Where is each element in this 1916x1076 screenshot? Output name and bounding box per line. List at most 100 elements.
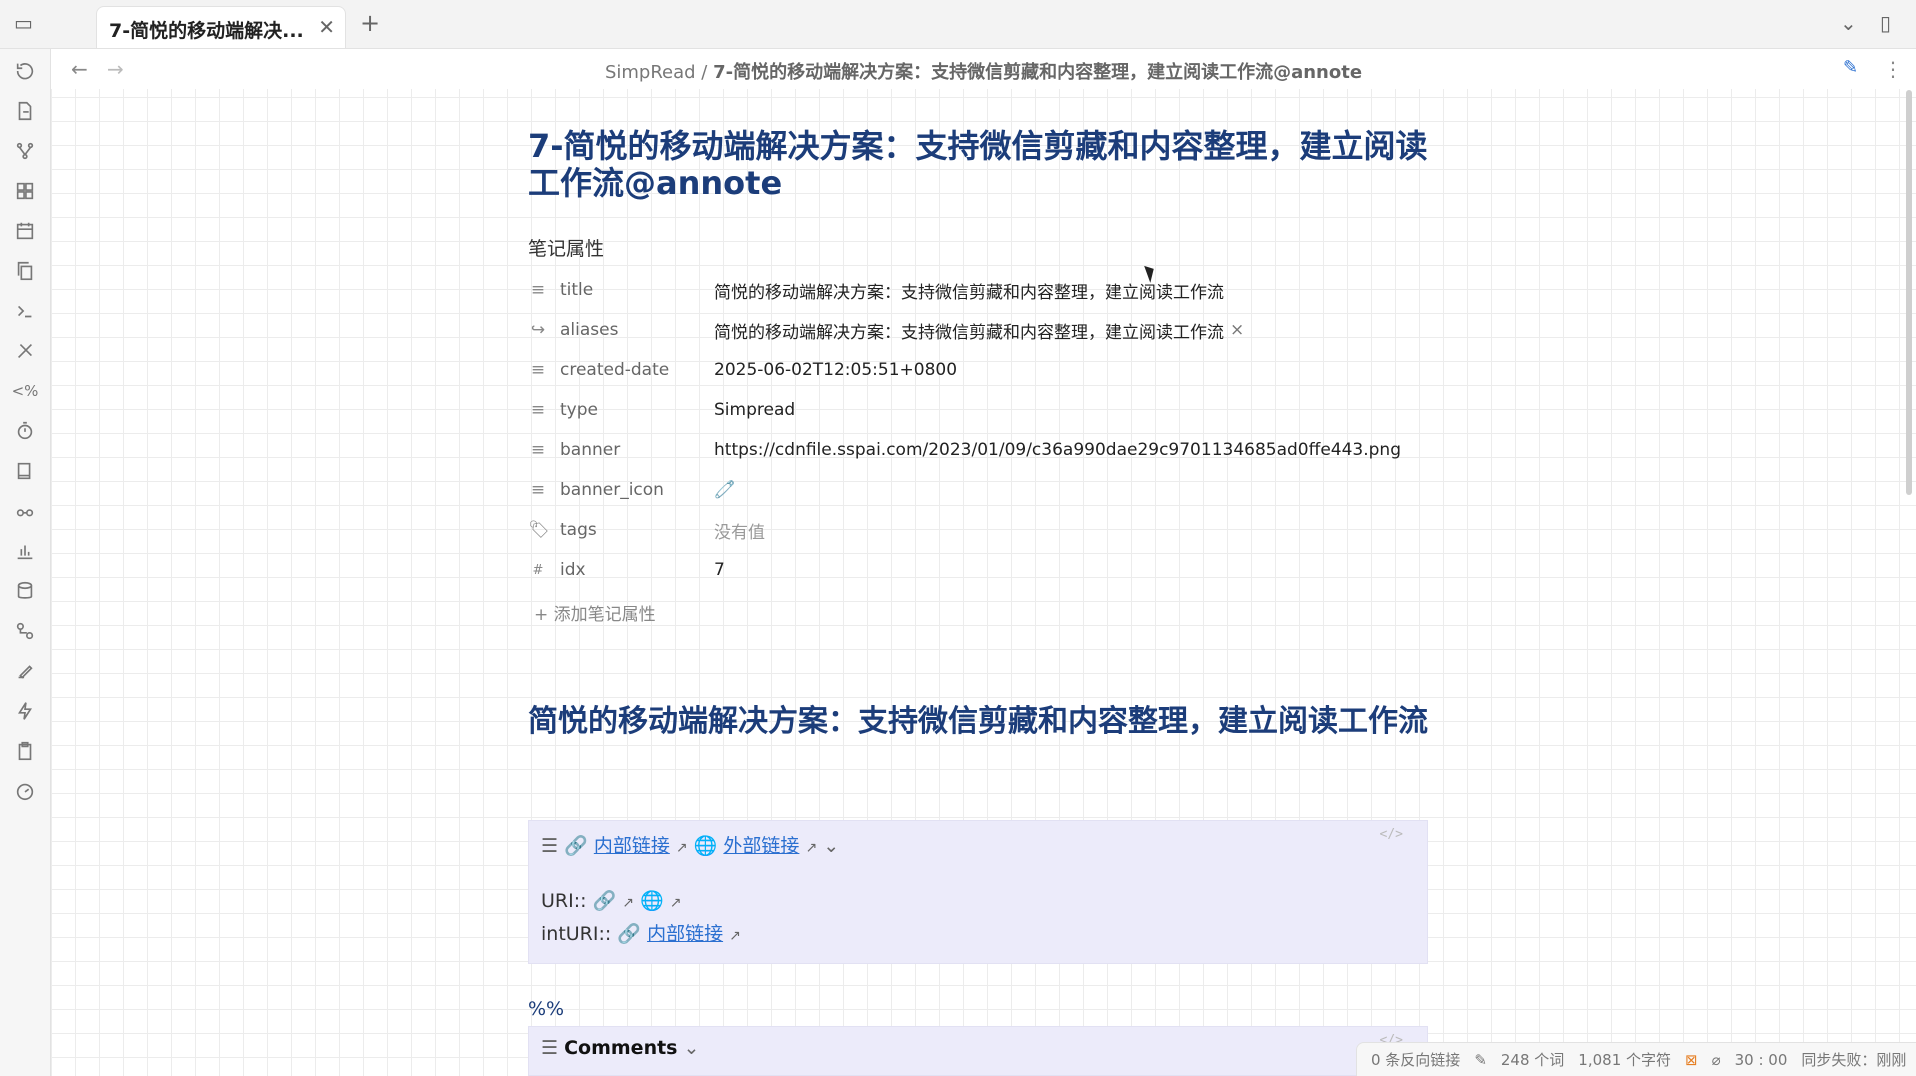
text-icon: ≡ — [530, 440, 546, 460]
comment-marker: %% — [528, 998, 565, 1020]
property-row-tags: 🏷 tags 没有值 — [528, 510, 1428, 550]
sync-error-icon[interactable]: ⊠ — [1685, 1051, 1698, 1069]
property-key[interactable]: banner_icon — [560, 480, 664, 500]
note-heading-2[interactable]: 简悦的移动端解决方案：支持微信剪藏和内容整理，建立阅读工作流 — [528, 703, 1428, 741]
chart-icon[interactable] — [12, 538, 38, 564]
tab-active-note[interactable]: 7-简悦的移动端解决... ✕ — [96, 6, 346, 48]
comments-title[interactable]: Comments — [564, 1037, 677, 1059]
link-icon[interactable]: 🔗 — [593, 890, 617, 912]
timer-value[interactable]: 30 : 00 — [1735, 1051, 1788, 1069]
property-value[interactable]: https://cdnfile.sspai.com/2023/01/09/c36… — [714, 430, 1401, 470]
internal-link[interactable]: 内部链接 — [594, 835, 670, 857]
undo-icon[interactable] — [12, 58, 38, 84]
link-callout: </> ☰ 🔗 内部链接 ↗ 🌐 外部链接 ↗ ⌄ URI:: 🔗 ↗ 🌐 ↗ … — [528, 820, 1428, 964]
external-link-icon[interactable]: ↗ — [676, 840, 688, 856]
property-key[interactable]: idx — [560, 560, 586, 580]
lightning-icon[interactable] — [12, 698, 38, 724]
note-content: 7-简悦的移动端解决方案：支持微信剪藏和内容整理，建立阅读工作流@annote … — [528, 128, 1428, 261]
scrollbar[interactable] — [1906, 90, 1912, 495]
plus-icon: + — [534, 605, 549, 625]
sidebar-toggle-icon[interactable]: ▭ — [14, 13, 33, 33]
note-title[interactable]: 7-简悦的移动端解决方案：支持微信剪藏和内容整理，建立阅读工作流@annote — [528, 128, 1428, 202]
property-key[interactable]: created-date — [560, 360, 669, 380]
comments-callout: </> ☰ Comments ⌄ — [528, 1026, 1428, 1076]
globe-icon: 🌐 — [693, 835, 718, 857]
external-link-icon[interactable]: ↗ — [729, 928, 741, 944]
inturi-internal-link[interactable]: 内部链接 — [647, 923, 723, 945]
backlinks-count[interactable]: 0 条反向链接 — [1371, 1049, 1460, 1070]
number-icon: # — [532, 562, 544, 578]
property-key[interactable]: type — [560, 400, 598, 420]
text-icon: ≡ — [530, 280, 546, 300]
view-header: ← → SimpRead / 7-简悦的移动端解决方案：支持微信剪藏和内容整理，… — [51, 49, 1916, 89]
globe-icon[interactable]: 🌐 — [640, 890, 664, 912]
breadcrumb-note[interactable]: 7-简悦的移动端解决方案：支持微信剪藏和内容整理，建立阅读工作流@annote — [713, 62, 1362, 83]
pencil-icon[interactable]: ✎ — [1474, 1051, 1487, 1069]
clipboard-icon[interactable] — [12, 738, 38, 764]
property-value[interactable]: 没有值 — [714, 510, 765, 550]
property-value[interactable]: 🧷 — [714, 470, 735, 510]
tab-list-chevron-icon[interactable]: ⌄ — [1840, 13, 1857, 33]
breadcrumb-separator: / — [701, 62, 708, 83]
property-value[interactable]: 2025-06-02T12:05:51+0800 — [714, 350, 957, 390]
add-property-button[interactable]: + 添加笔记属性 — [534, 600, 656, 625]
copy-pages-icon[interactable] — [12, 258, 38, 284]
tab-bar: ▭ 7-简悦的移动端解决... ✕ + ⌄ ▯ — [0, 0, 1916, 49]
tag-icon: 🏷 — [528, 520, 550, 540]
list-icon: ☰ — [541, 835, 559, 857]
sync-status[interactable]: 同步失败：刚刚 — [1801, 1049, 1906, 1070]
property-value[interactable]: 7 — [714, 550, 725, 590]
property-key[interactable]: banner — [560, 440, 620, 460]
tab-title: 7-简悦的移动端解决... — [109, 20, 304, 42]
highlighter-icon[interactable] — [12, 658, 38, 684]
link-icon: 🔗 — [564, 835, 588, 857]
close-tab-icon[interactable]: ✕ — [318, 15, 335, 39]
property-row-banner: ≡ banner https://cdnfile.sspai.com/2023/0… — [528, 430, 1428, 470]
property-value[interactable]: Simpread — [714, 390, 795, 430]
book-icon[interactable] — [12, 458, 38, 484]
import-file-icon[interactable] — [12, 98, 38, 124]
graph-view-icon[interactable] — [12, 138, 38, 164]
database-icon[interactable] — [12, 578, 38, 604]
edit-mode-icon[interactable]: ✎ — [1843, 57, 1858, 78]
text-icon: ≡ — [530, 360, 546, 380]
property-key[interactable]: title — [560, 280, 593, 300]
workflow-icon[interactable] — [12, 618, 38, 644]
tools-icon[interactable] — [12, 338, 38, 364]
comment-percent-icon[interactable]: <% — [12, 378, 39, 404]
external-link-icon[interactable]: ↗ — [670, 895, 682, 911]
link-icon: 🔗 — [617, 923, 642, 945]
breadcrumb: SimpRead / 7-简悦的移动端解决方案：支持微信剪藏和内容整理，建立阅读… — [51, 58, 1916, 84]
chevron-down-icon[interactable]: ⌄ — [823, 835, 839, 857]
chevron-down-icon[interactable]: ⌄ — [684, 1037, 700, 1059]
property-key[interactable]: tags — [560, 520, 597, 540]
more-options-icon[interactable]: ⋮ — [1883, 57, 1903, 81]
char-count: 1,081 个字符 — [1578, 1051, 1672, 1069]
text-icon: ≡ — [530, 400, 546, 420]
calendar-icon[interactable] — [12, 218, 38, 244]
right-sidebar-toggle-icon[interactable]: ▯ — [1880, 13, 1891, 33]
property-row-created-date: ≡ created-date 2025-06-02T12:05:51+0800 — [528, 350, 1428, 390]
property-row-type: ≡ type Simpread — [528, 390, 1428, 430]
property-key[interactable]: aliases — [560, 320, 618, 340]
gauge-icon[interactable] — [12, 778, 38, 804]
word-count: 248 个词 — [1500, 1051, 1565, 1069]
add-property-label: 添加笔记属性 — [553, 605, 656, 625]
forward-icon: ↪ — [530, 320, 546, 340]
external-link-icon[interactable]: ↗ — [805, 840, 817, 856]
timer-off-icon[interactable]: ⌀ — [1712, 1051, 1721, 1069]
breadcrumb-folder[interactable]: SimpRead — [605, 62, 696, 83]
property-value[interactable]: 简悦的移动端解决方案：支持微信剪藏和内容整理，建立阅读工作流 — [714, 318, 1224, 343]
external-link[interactable]: 外部链接 — [723, 835, 799, 857]
terminal-icon[interactable] — [12, 298, 38, 324]
inturi-label: intURI:: — [541, 923, 612, 945]
glasses-icon[interactable] — [12, 498, 38, 524]
property-row-title: ≡ title 简悦的移动端解决方案：支持微信剪藏和内容整理，建立阅读工作流 — [528, 270, 1428, 310]
remove-alias-icon[interactable]: × — [1230, 320, 1244, 340]
timer-icon[interactable] — [12, 418, 38, 444]
code-view-icon[interactable]: </> — [1380, 827, 1403, 842]
external-link-icon[interactable]: ↗ — [622, 895, 634, 911]
property-row-aliases: ↪ aliases 简悦的移动端解决方案：支持微信剪藏和内容整理，建立阅读工作流 × — [528, 310, 1428, 350]
canvas-grid-icon[interactable] — [12, 178, 38, 204]
new-tab-icon[interactable]: + — [360, 11, 380, 35]
